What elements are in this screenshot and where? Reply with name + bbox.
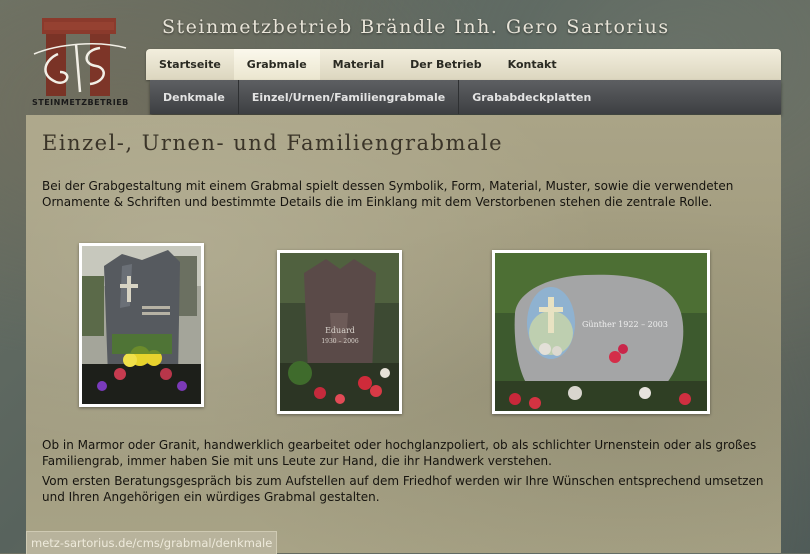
status-bar-url: metz-sartorius.de/cms/grabmal/denkmale [26, 531, 278, 554]
nav-item-startseite[interactable]: Startseite [146, 49, 234, 80]
nav-item-kontakt[interactable]: Kontakt [495, 49, 570, 80]
grave-photo-2[interactable]: Eduard 1930 – 2006 [277, 250, 402, 414]
grave-photo-3-image: Günther 1922 – 2003 [495, 253, 707, 411]
grave-photo-2-image: Eduard 1930 – 2006 [280, 253, 399, 411]
intro-paragraph: Bei der Grabgestaltung mit einem Grabmal… [42, 179, 734, 209]
subnav-item-grababdeckplatten[interactable]: Grababdeckplatten [459, 80, 604, 114]
grave-photo-2-inscription-dates: 1930 – 2006 [321, 338, 359, 345]
grave-photo-3-inscription: Günther 1922 – 2003 [582, 320, 668, 329]
grave-photo-1[interactable] [79, 243, 204, 407]
paragraph-materials: Ob in Marmor oder Granit, handwerklich g… [42, 438, 757, 468]
site-title: Steinmetzbetrieb Brändle Inh. Gero Sarto… [162, 16, 670, 38]
subnav-item-denkmale[interactable]: Denkmale [150, 80, 239, 114]
nav-item-der-betrieb[interactable]: Der Betrieb [397, 49, 494, 80]
grave-photo-2-inscription-name: Eduard [325, 326, 355, 335]
nav-item-grabmale[interactable]: Grabmale [233, 49, 320, 80]
paragraph-consultation: Vom ersten Beratungsgespräch bis zum Auf… [42, 474, 764, 504]
grave-photo-3[interactable]: Günther 1922 – 2003 [492, 250, 710, 414]
logo-text: STEINMETZBETRIEB [32, 98, 129, 107]
nav-item-material[interactable]: Material [320, 49, 397, 80]
primary-nav: Startseite Grabmale Material Der Betrieb… [146, 49, 781, 80]
site-logo[interactable]: STEINMETZBETRIEB [28, 14, 128, 110]
secondary-nav: Denkmale Einzel/Urnen/Familiengrabmale G… [150, 80, 781, 114]
logo-graphic [33, 18, 127, 96]
page-title: Einzel-, Urnen- und Familiengrabmale [42, 131, 504, 155]
subnav-item-einzel-urnen-familiengrabmale[interactable]: Einzel/Urnen/Familiengrabmale [239, 80, 460, 114]
grave-photo-1-image [82, 246, 201, 404]
